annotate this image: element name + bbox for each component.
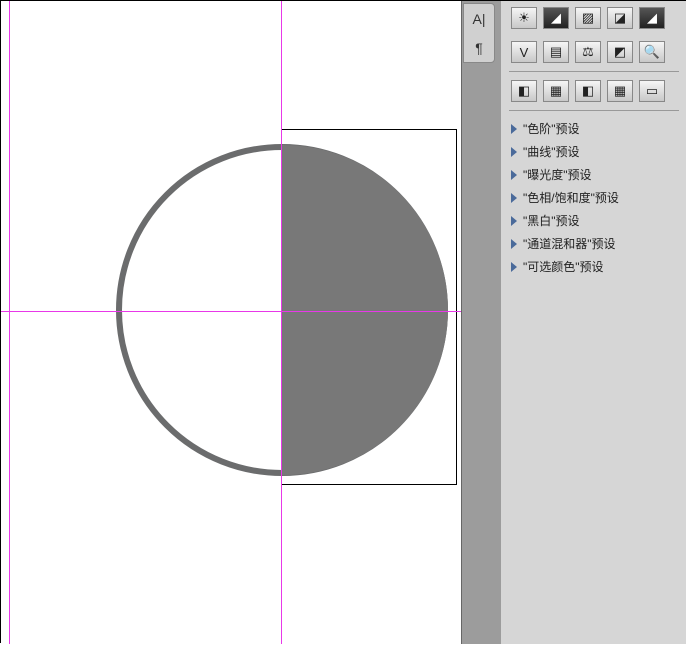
disclosure-icon (511, 170, 517, 180)
contrast-icon[interactable]: ◢ (639, 7, 665, 29)
selective-color-icon[interactable]: ▭ (639, 80, 665, 102)
preset-bw[interactable]: "黑白"预设 (501, 209, 686, 232)
lookup-icon[interactable]: 🔍 (639, 41, 665, 63)
adjustments-row-2: V ▤ ⚖ ◩ 🔍 (501, 35, 686, 69)
guide-vertical-1 (9, 1, 10, 644)
panels-column: ☀ ◢ ▨ ◪ ◢ V ▤ ⚖ ◩ 🔍 ◧ ▦ ◧ ▦ ▭ "色阶"预设 "曲线… (501, 1, 686, 644)
preset-channel-mixer[interactable]: "通道混和器"预设 (501, 232, 686, 255)
selection-rectangle[interactable] (281, 129, 457, 485)
disclosure-icon (511, 239, 517, 249)
preset-exposure[interactable]: "曝光度"预设 (501, 163, 686, 186)
disclosure-icon (511, 193, 517, 203)
guide-horizontal (1, 311, 461, 312)
levels-icon[interactable]: ◢ (543, 7, 569, 29)
preset-curves[interactable]: "曲线"预设 (501, 140, 686, 163)
disclosure-icon (511, 262, 517, 272)
gradient-map-icon[interactable]: ▦ (607, 80, 633, 102)
panel-dock-strip (461, 1, 501, 644)
preset-label: "色相/饱和度"预设 (523, 189, 619, 206)
disclosure-icon (511, 216, 517, 226)
preset-list: "色阶"预设 "曲线"预设 "曝光度"预设 "色相/饱和度"预设 "黑白"预设 … (501, 113, 686, 282)
adjustments-row-1: ☀ ◢ ▨ ◪ ◢ (501, 1, 686, 35)
vibrance-icon[interactable]: V (511, 41, 537, 63)
posterize-icon[interactable]: ▦ (543, 80, 569, 102)
preset-label: "黑白"预设 (523, 212, 580, 229)
adjustments-row-3: ◧ ▦ ◧ ▦ ▭ (501, 74, 686, 108)
exposure-icon[interactable]: ◪ (607, 7, 633, 29)
paragraph-icon: ¶ (475, 40, 483, 56)
guide-vertical-2 (281, 1, 282, 644)
preset-label: "曝光度"预设 (523, 166, 592, 183)
character-icon: A| (473, 11, 486, 27)
preset-label: "通道混和器"预设 (523, 235, 616, 252)
character-panel-tab[interactable]: A| ¶ (463, 3, 495, 63)
disclosure-icon (511, 147, 517, 157)
preset-label: "曲线"预设 (523, 143, 580, 160)
preset-label: "色阶"预设 (523, 120, 580, 137)
threshold-icon[interactable]: ◧ (575, 80, 601, 102)
preset-label: "可选颜色"预设 (523, 258, 604, 275)
balance-icon[interactable]: ⚖ (575, 41, 601, 63)
disclosure-icon (511, 124, 517, 134)
curves-icon[interactable]: ▨ (575, 7, 601, 29)
preset-selective-color[interactable]: "可选颜色"预设 (501, 255, 686, 278)
preset-levels[interactable]: "色阶"预设 (501, 117, 686, 140)
hue-icon[interactable]: ▤ (543, 41, 569, 63)
bw-icon[interactable]: ◩ (607, 41, 633, 63)
preset-hue-sat[interactable]: "色相/饱和度"预设 (501, 186, 686, 209)
brightness-icon[interactable]: ☀ (511, 7, 537, 29)
invert-icon[interactable]: ◧ (511, 80, 537, 102)
canvas-area[interactable] (1, 1, 461, 644)
